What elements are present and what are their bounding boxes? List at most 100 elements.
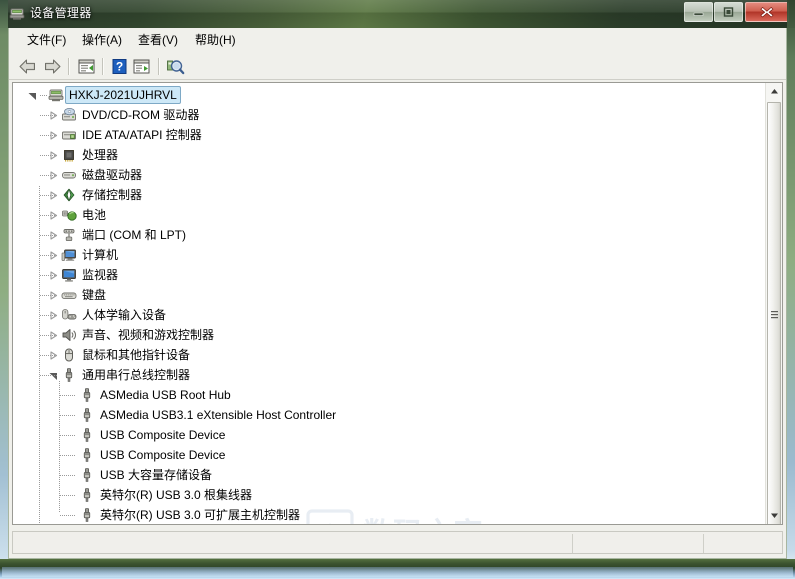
tree-node-asmedia-root-hub[interactable]: ASMedia USB Root Hub — [13, 385, 765, 405]
status-divider-2 — [703, 534, 704, 553]
scroll-up-button[interactable] — [766, 83, 782, 100]
device-tree[interactable]: HXKJ-2021UJHRVL DVD/CD-ROM 驱动器 IDE ATA/A… — [13, 83, 765, 524]
menu-file[interactable]: 文件(F) — [22, 32, 71, 49]
window-frame-bottom-inner — [2, 567, 793, 577]
back-icon[interactable] — [17, 56, 39, 77]
usb-icon — [79, 487, 95, 503]
tree-node-intel-usb3-host-controller[interactable]: 英特尔(R) USB 3.0 可扩展主机控制器 — [13, 505, 765, 524]
window-frame-left — [0, 0, 8, 579]
usb-icon — [79, 467, 95, 483]
tree-node-label: DVD/CD-ROM 驱动器 — [82, 108, 200, 122]
tree-connector — [40, 255, 58, 256]
device-tree-panel[interactable]: HXKJ-2021UJHRVL DVD/CD-ROM 驱动器 IDE ATA/A… — [12, 82, 783, 525]
usb-icon — [79, 427, 95, 443]
tree-connector — [40, 375, 58, 376]
tree-node-keyboard[interactable]: 键盘 — [13, 285, 765, 305]
title-bar[interactable]: 设备管理器 — [0, 0, 795, 28]
monitor-icon — [61, 267, 77, 283]
tree-node-computer[interactable]: 计算机 — [13, 245, 765, 265]
tree-node-usb-mass-storage[interactable]: USB 大容量存储设备 — [13, 465, 765, 485]
window-frame-right — [787, 0, 795, 579]
tree-node-label: HXKJ-2021UJHRVL — [65, 86, 181, 104]
maximize-button[interactable] — [714, 2, 743, 22]
tree-node-battery[interactable]: 电池 — [13, 205, 765, 225]
scan-hardware-changes-icon[interactable] — [131, 56, 153, 77]
menu-view[interactable]: 查看(V) — [133, 32, 183, 49]
menu-action[interactable]: 操作(A) — [77, 32, 127, 49]
tree-node-label: IDE ATA/ATAPI 控制器 — [82, 128, 202, 142]
tree-connector — [40, 175, 58, 176]
tree-node-asmedia-host-controller[interactable]: ASMedia USB3.1 eXtensible Host Controlle… — [13, 405, 765, 425]
tree-node-dvd[interactable]: DVD/CD-ROM 驱动器 — [13, 105, 765, 125]
menu-help[interactable]: 帮助(H) — [190, 32, 241, 49]
tree-connector — [40, 195, 58, 196]
tree-node-label: 计算机 — [82, 248, 119, 262]
close-icon — [746, 3, 788, 21]
tree-node-label: ASMedia USB Root Hub — [100, 388, 231, 402]
tree-connector — [60, 395, 76, 396]
tree-node-storage-controller[interactable]: 存储控制器 — [13, 185, 765, 205]
tree-node-processor[interactable]: 处理器 — [13, 145, 765, 165]
tree-node-ide[interactable]: IDE ATA/ATAPI 控制器 — [13, 125, 765, 145]
tree-node-intel-usb3-root-hub[interactable]: 英特尔(R) USB 3.0 根集线器 — [13, 485, 765, 505]
window-frame-bottom — [0, 559, 795, 579]
scroll-down-button[interactable] — [766, 507, 782, 524]
ide-controller-icon — [61, 127, 77, 143]
status-divider-1 — [572, 534, 573, 553]
device-manager-window: 设备管理器 文件(F) 操作(A) 查看(V) 帮助(H) ? HXKJ-202… — [0, 0, 795, 579]
tree-connector — [40, 275, 58, 276]
close-button[interactable] — [745, 2, 789, 22]
toolbar: ? — [9, 53, 786, 80]
computer-root-icon — [48, 87, 64, 103]
svg-text:?: ? — [116, 60, 123, 74]
tree-connector — [60, 435, 76, 436]
battery-icon — [61, 207, 77, 223]
tree-connector — [60, 515, 76, 516]
maximize-icon — [715, 3, 742, 21]
title-bar-background — [0, 0, 795, 28]
tree-node-label: 鼠标和其他指针设备 — [82, 348, 191, 362]
tree-node-label: 处理器 — [82, 148, 119, 162]
tree-node-ports[interactable]: 端口 (COM 和 LPT) — [13, 225, 765, 245]
keyboard-icon — [61, 287, 77, 303]
tree-node-usb-composite-2[interactable]: USB Composite Device — [13, 445, 765, 465]
vertical-scrollbar[interactable] — [765, 83, 782, 524]
tree-node-label: 声音、视频和游戏控制器 — [82, 328, 215, 342]
tree-node-label: 端口 (COM 和 LPT) — [82, 228, 186, 242]
toolbar-separator-2 — [102, 58, 104, 75]
tree-connector — [40, 95, 48, 96]
tree-node-label: 人体学输入设备 — [82, 308, 167, 322]
tree-connector — [60, 455, 76, 456]
tree-node-mouse[interactable]: 鼠标和其他指针设备 — [13, 345, 765, 365]
processor-icon — [61, 147, 77, 163]
tree-node-usb-composite-1[interactable]: USB Composite Device — [13, 425, 765, 445]
usb-icon — [79, 447, 95, 463]
help-icon[interactable]: ? — [108, 56, 130, 77]
properties-icon[interactable] — [75, 56, 97, 77]
tree-node-disk[interactable]: 磁盘驱动器 — [13, 165, 765, 185]
scrollbar-thumb[interactable] — [767, 102, 781, 524]
device-manager-icon — [9, 6, 25, 22]
tree-connector — [40, 315, 58, 316]
forward-icon[interactable] — [41, 56, 63, 77]
dvd-drive-icon — [61, 107, 77, 123]
tree-node-sound[interactable]: 声音、视频和游戏控制器 — [13, 325, 765, 345]
tree-node-root[interactable]: HXKJ-2021UJHRVL — [13, 85, 765, 105]
expander-expanded-icon[interactable] — [27, 90, 38, 101]
tree-connector — [40, 355, 58, 356]
minimize-button[interactable] — [684, 2, 713, 22]
tree-node-label: 电池 — [82, 208, 107, 222]
tree-node-monitor[interactable]: 监视器 — [13, 265, 765, 285]
tree-node-label: 英特尔(R) USB 3.0 可扩展主机控制器 — [100, 508, 301, 522]
sound-icon — [61, 327, 77, 343]
tree-node-usb-controllers[interactable]: 通用串行总线控制器 — [13, 365, 765, 385]
tree-node-label: ASMedia USB3.1 eXtensible Host Controlle… — [100, 408, 337, 422]
update-driver-icon[interactable] — [164, 56, 186, 77]
toolbar-separator-3 — [158, 58, 160, 75]
tree-node-label: 英特尔(R) USB 3.0 根集线器 — [100, 488, 253, 502]
tree-node-hid[interactable]: 人体学输入设备 — [13, 305, 765, 325]
usb-icon — [79, 407, 95, 423]
tree-connector — [60, 495, 76, 496]
disk-drive-icon — [61, 167, 77, 183]
port-icon — [61, 227, 77, 243]
